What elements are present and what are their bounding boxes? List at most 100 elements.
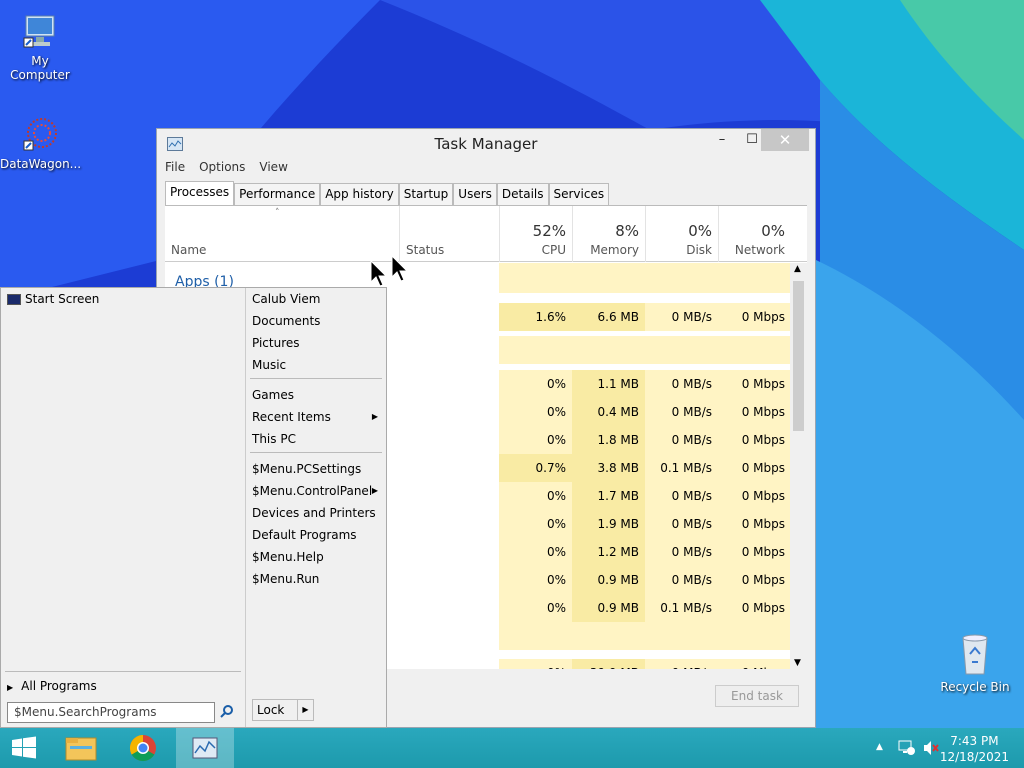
scroll-thumb[interactable]: [793, 281, 804, 431]
clock[interactable]: 7:43 PM 12/18/2021: [940, 733, 1009, 765]
search-icon[interactable]: [219, 704, 235, 720]
process-disk-cell: 0 MB/s: [645, 303, 718, 331]
tab-strip: Processes Performance App history Startu…: [165, 181, 807, 206]
file-explorer-button[interactable]: [57, 728, 105, 768]
column-status[interactable]: Status: [399, 206, 499, 262]
start-menu-item[interactable]: $Menu.Help: [252, 546, 386, 568]
start-menu-item[interactable]: Pictures: [252, 332, 386, 354]
start-menu-item[interactable]: Documents: [252, 310, 386, 332]
search-input[interactable]: $Menu.SearchPrograms: [7, 702, 215, 723]
start-menu-item[interactable]: Calub Viem: [252, 288, 386, 310]
process-disk-cell: 0 MB/s: [645, 482, 718, 510]
menu-file[interactable]: File: [165, 160, 185, 174]
scroll-up-icon[interactable]: ▲: [794, 264, 801, 274]
start-menu-item[interactable]: $Menu.ControlPanel ▶: [252, 480, 386, 502]
process-cpu-cell: 0%: [499, 482, 572, 510]
process-disk-cell: 0 MB/s: [645, 370, 718, 398]
process-mem-cell: 0.9 MB: [572, 594, 645, 622]
start-menu-item[interactable]: This PC: [252, 428, 386, 450]
process-net-cell: 0 Mbps: [718, 426, 791, 454]
process-cpu-cell: 1.6%: [499, 303, 572, 331]
process-disk-cell: 0.1 MB/s: [645, 454, 718, 482]
process-mem-cell: 0.9 MB: [572, 566, 645, 594]
computer-icon: [23, 15, 55, 48]
column-memory[interactable]: 8% Memory: [572, 206, 645, 262]
process-disk-cell: [645, 336, 718, 364]
process-net-cell: 0 Mbps: [718, 398, 791, 426]
task-manager-taskbar-button[interactable]: [176, 728, 234, 768]
start-menu[interactable]: Start Screen ▶ All Programs $Menu.SearchP…: [0, 287, 387, 728]
process-disk-cell: [645, 622, 718, 650]
divider: [250, 452, 382, 453]
column-header-row: ˄ Name Status 52% CPU 8% Memory 0% Disk …: [165, 206, 807, 262]
process-net-cell: [718, 336, 791, 364]
chrome-button[interactable]: [119, 728, 167, 768]
process-mem-cell: 1.1 MB: [572, 370, 645, 398]
vertical-scrollbar[interactable]: ▲ ▼: [790, 263, 807, 669]
column-disk[interactable]: 0% Disk: [645, 206, 718, 262]
process-mem-cell: 3.8 MB: [572, 454, 645, 482]
process-disk-cell: 0 MB/s: [645, 659, 718, 669]
end-task-button[interactable]: End task: [715, 685, 799, 707]
my-computer-icon[interactable]: My Computer: [0, 12, 80, 82]
tab-processes[interactable]: Processes: [165, 181, 235, 205]
start-screen-item[interactable]: Start Screen: [7, 288, 99, 310]
process-mem-cell: [572, 622, 645, 650]
process-mem-cell: 39.9 MB: [572, 659, 645, 669]
column-network[interactable]: 0% Network: [718, 206, 791, 262]
start-menu-item[interactable]: Games: [252, 384, 386, 406]
close-button[interactable]: ✕: [761, 129, 809, 151]
start-menu-item[interactable]: $Menu.Run: [252, 568, 386, 590]
process-net-cell: 0 Mbps: [718, 303, 791, 331]
cursor-shadow-icon: [370, 260, 388, 287]
start-button[interactable]: [0, 728, 48, 768]
divider: [250, 378, 382, 379]
start-menu-item[interactable]: Default Programs: [252, 524, 386, 546]
recycle-bin-icon-graphic: [962, 634, 988, 675]
start-menu-item[interactable]: Music: [252, 354, 386, 376]
column-name[interactable]: Name: [165, 206, 399, 262]
start-menu-item[interactable]: Recent Items ▶: [252, 406, 386, 428]
desktop-icon-label: DataWagon...: [0, 157, 82, 171]
start-menu-item[interactable]: $Menu.PCSettings: [252, 458, 386, 480]
process-mem-cell: 1.7 MB: [572, 482, 645, 510]
clock-date: 12/18/2021: [939, 750, 1009, 764]
process-net-cell: 0 Mbps: [718, 538, 791, 566]
chevron-right-icon[interactable]: ▶: [297, 700, 313, 720]
title-bar[interactable]: Task Manager – ☐ ✕: [157, 129, 815, 158]
tab-app-history[interactable]: App history: [320, 183, 399, 205]
all-programs-item[interactable]: ▶ All Programs: [7, 675, 97, 697]
cursor-icon: [391, 255, 409, 282]
lock-button[interactable]: Lock ▶: [252, 699, 314, 721]
process-net-cell: 0 Mbps: [718, 659, 791, 669]
tab-performance[interactable]: Performance: [234, 183, 321, 205]
tab-services[interactable]: Services: [548, 183, 610, 205]
process-cpu-cell: 0%: [499, 538, 572, 566]
datawagon-icon[interactable]: DataWagon...: [0, 115, 82, 171]
menu-options[interactable]: Options: [199, 160, 245, 174]
process-disk-cell: 0 MB/s: [645, 566, 718, 594]
minimize-button[interactable]: –: [707, 129, 737, 151]
start-menu-item[interactable]: Devices and Printers: [252, 502, 386, 524]
process-net-cell: [718, 622, 791, 650]
tab-users[interactable]: Users: [453, 183, 497, 205]
desktop-icon-label: My Computer: [10, 54, 70, 82]
tab-startup[interactable]: Startup: [398, 183, 454, 205]
process-cpu-cell: 0%: [499, 398, 572, 426]
volume-muted-icon[interactable]: [922, 740, 940, 756]
process-mem-cell: 0.4 MB: [572, 398, 645, 426]
show-hidden-icons-icon[interactable]: ▲: [876, 742, 883, 752]
network-icon[interactable]: [897, 740, 915, 756]
chrome-icon: [129, 734, 156, 762]
task-manager-icon: [192, 737, 218, 759]
menu-view[interactable]: View: [259, 160, 287, 174]
process-net-cell: 0 Mbps: [718, 482, 791, 510]
recycle-bin-icon[interactable]: Recycle Bin: [935, 632, 1015, 694]
folder-icon: [65, 737, 97, 761]
column-cpu[interactable]: 52% CPU: [499, 206, 572, 262]
process-mem-cell: 1.8 MB: [572, 426, 645, 454]
tab-details[interactable]: Details: [496, 183, 549, 205]
app-icon: [23, 118, 57, 151]
scroll-down-icon[interactable]: ▼: [794, 658, 801, 668]
process-cpu-cell: 0%: [499, 370, 572, 398]
